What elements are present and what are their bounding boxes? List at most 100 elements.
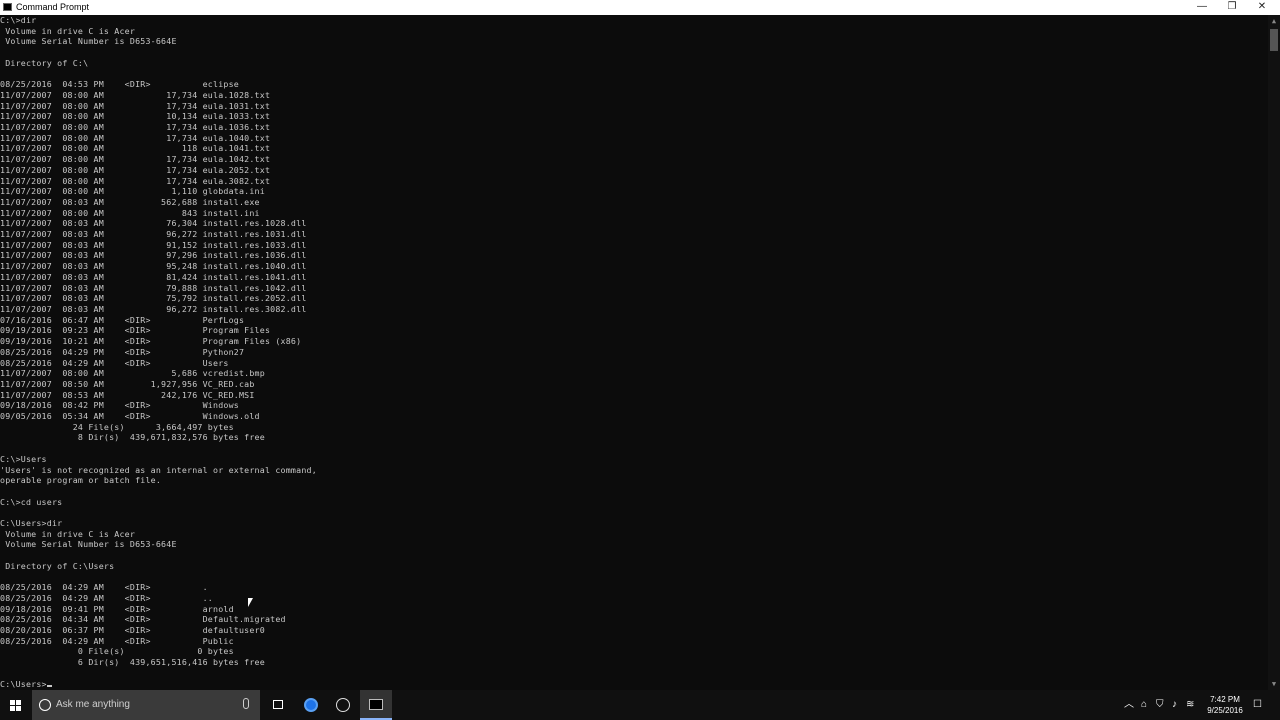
console-line: 8 Dir(s) 439,671,832,576 bytes free	[0, 432, 265, 443]
console-line: 11/07/2007 08:03 AM 75,792 install.res.2…	[0, 293, 307, 304]
console-line: Volume Serial Number is D653-664E	[0, 36, 177, 47]
windows-logo-icon	[10, 700, 21, 711]
console-line: 11/07/2007 08:00 AM 17,734 eula.1031.txt	[0, 100, 271, 111]
console-line: 09/05/2016 05:34 AM <DIR> Windows.old	[0, 411, 260, 422]
console-line: 11/07/2007 08:03 AM 81,424 install.res.1…	[0, 271, 307, 282]
title-bar: Command Prompt — ❐ ✕	[0, 0, 1280, 15]
start-button[interactable]	[0, 690, 32, 720]
close-button[interactable]: ✕	[1247, 0, 1277, 15]
console-line: Directory of C:\Users	[0, 560, 115, 571]
console-line: 08/20/2016 06:37 PM <DIR> defaultuser0	[0, 625, 265, 636]
console-line: 11/07/2007 08:00 AM 10,134 eula.1033.txt	[0, 111, 271, 122]
console-line: 09/19/2016 10:21 AM <DIR> Program Files …	[0, 336, 302, 347]
taskbar: Ask me anything ︿ ⌂ ⛉ ♪ ≋ 7:42 PM 9/25/2…	[0, 690, 1280, 720]
scroll-down-arrow-icon[interactable]: ▼	[1268, 678, 1280, 690]
speaker-icon[interactable]: ♪	[1172, 690, 1177, 720]
show-hidden-icons-chevron-icon[interactable]: ︿	[1124, 690, 1134, 720]
console-line: 08/25/2016 04:29 AM <DIR> ..	[0, 592, 214, 603]
console-line: 07/16/2016 06:47 AM <DIR> PerfLogs	[0, 314, 245, 325]
cortana-search-box[interactable]: Ask me anything	[32, 690, 260, 720]
action-center-icon[interactable]: ☐	[1253, 690, 1262, 720]
console-line: 11/07/2007 08:00 AM 1,110 globdata.ini	[0, 186, 265, 197]
console-line: 08/25/2016 04:29 AM <DIR> Public	[0, 635, 234, 646]
chrome-icon	[304, 698, 318, 712]
console-line: 11/07/2007 08:03 AM 95,248 install.res.1…	[0, 261, 307, 272]
console-line: 11/07/2007 08:00 AM 17,734 eula.3082.txt	[0, 175, 271, 186]
task-view-icon	[273, 700, 283, 709]
console-line: 11/07/2007 08:00 AM 17,734 eula.1028.txt	[0, 89, 271, 100]
console-line: 11/07/2007 08:00 AM 17,734 eula.2052.txt	[0, 164, 271, 175]
console-line: operable program or batch file.	[0, 475, 162, 486]
console-line: Directory of C:\	[0, 57, 89, 68]
console-line: C:\Users>dir	[0, 518, 63, 529]
chrome-taskbar-button[interactable]	[295, 690, 327, 720]
vertical-scrollbar[interactable]: ▲ ▼	[1268, 15, 1280, 690]
command-prompt-icon	[3, 3, 12, 11]
console-line: Volume Serial Number is D653-664E	[0, 539, 177, 550]
console-line: 08/25/2016 04:29 AM <DIR> Users	[0, 357, 229, 368]
console-line: 6 Dir(s) 439,651,516,416 bytes free	[0, 657, 265, 668]
console-output-area[interactable]: C:\>dir Volume in drive C is Acer Volume…	[0, 15, 1268, 690]
console-line: Volume in drive C is Acer	[0, 25, 136, 36]
console-line: 11/07/2007 08:03 AM 96,272 install.res.3…	[0, 303, 307, 314]
scroll-thumb[interactable]	[1270, 29, 1278, 51]
mouse-pointer-icon	[248, 598, 253, 607]
console-line: 11/07/2007 08:03 AM 97,296 install.res.1…	[0, 250, 307, 261]
command-prompt-taskbar-icon	[369, 699, 383, 710]
cortana-circle-icon	[39, 699, 51, 711]
console-line: C:\>Users	[0, 453, 47, 464]
wifi-icon[interactable]: ≋	[1186, 690, 1194, 720]
console-line: 11/07/2007 08:03 AM 96,272 install.res.1…	[0, 229, 307, 240]
maximize-button[interactable]: ❐	[1217, 0, 1247, 15]
console-line: 11/07/2007 08:00 AM 118 eula.1041.txt	[0, 143, 271, 154]
console-line: 09/19/2016 09:23 AM <DIR> Program Files	[0, 325, 271, 336]
shield-tray-icon[interactable]: ⛉	[1156, 690, 1164, 720]
console-line: 24 File(s) 3,664,497 bytes	[0, 421, 234, 432]
microphone-icon[interactable]	[243, 698, 249, 709]
task-view-button[interactable]	[262, 690, 294, 720]
console-line: 11/07/2007 08:00 AM 17,734 eula.1042.txt	[0, 154, 271, 165]
clock-time: 7:42 PM	[1210, 695, 1240, 704]
console-prompt: C:\Users>	[0, 678, 47, 689]
console-line: 08/25/2016 04:29 PM <DIR> Python27	[0, 346, 245, 357]
search-placeholder: Ask me anything	[56, 699, 130, 710]
console-line: C:\>dir	[0, 15, 37, 25]
console-line: 08/25/2016 04:29 AM <DIR> .	[0, 582, 208, 593]
console-line: 'Users' is not recognized as an internal…	[0, 464, 317, 475]
console-line: 11/07/2007 08:03 AM 79,888 install.res.1…	[0, 282, 307, 293]
system-clock[interactable]: 7:42 PM 9/25/2016	[1200, 694, 1250, 716]
console-line: 11/07/2007 08:00 AM 17,734 eula.1036.txt	[0, 122, 271, 133]
console-line: 08/25/2016 04:53 PM <DIR> eclipse	[0, 79, 239, 90]
console-line: 08/25/2016 04:34 AM <DIR> Default.migrat…	[0, 614, 286, 625]
console-line: Volume in drive C is Acer	[0, 528, 136, 539]
console-line: 11/07/2007 08:03 AM 562,688 install.exe	[0, 196, 260, 207]
console-line: 09/18/2016 09:41 PM <DIR> arnold	[0, 603, 234, 614]
console-line: 11/07/2007 08:53 AM 242,176 VC_RED.MSI	[0, 389, 255, 400]
console-line: 11/07/2007 08:03 AM 76,304 install.res.1…	[0, 218, 307, 229]
scroll-up-arrow-icon[interactable]: ▲	[1268, 15, 1280, 27]
globe-icon	[336, 698, 350, 712]
console-text: C:\>dir Volume in drive C is Acer Volume…	[0, 15, 1268, 689]
console-line: 11/07/2007 08:00 AM 843 install.ini	[0, 207, 260, 218]
browser-taskbar-button[interactable]	[327, 690, 359, 720]
command-prompt-taskbar-button[interactable]	[360, 690, 392, 720]
console-line: 11/07/2007 08:00 AM 5,686 vcredist.bmp	[0, 368, 265, 379]
console-line: 09/18/2016 08:42 PM <DIR> Windows	[0, 400, 239, 411]
console-prompt-line[interactable]: C:\Users>	[0, 679, 1268, 690]
text-cursor	[46, 684, 52, 687]
minimize-button[interactable]: —	[1187, 0, 1217, 15]
console-line: 0 File(s) 0 bytes	[0, 646, 234, 657]
console-line: 11/07/2007 08:50 AM 1,927,956 VC_RED.cab	[0, 378, 255, 389]
clock-date: 9/25/2016	[1207, 706, 1243, 715]
network-tray-icon[interactable]: ⌂	[1141, 690, 1147, 720]
console-line: 11/07/2007 08:00 AM 17,734 eula.1040.txt	[0, 132, 271, 143]
window-title: Command Prompt	[16, 2, 90, 12]
